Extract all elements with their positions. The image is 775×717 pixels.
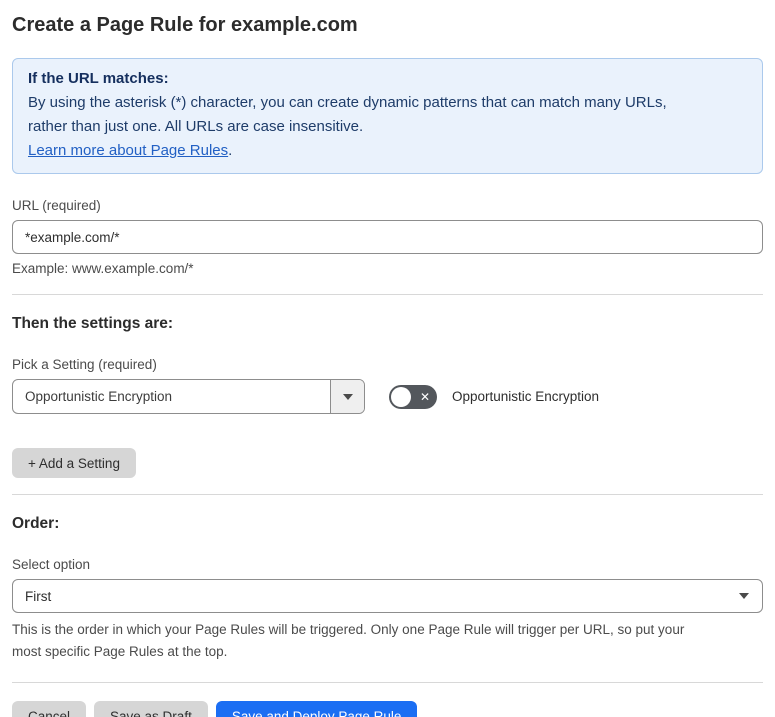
order-select-value: First [25,588,52,604]
order-heading: Order: [12,515,60,532]
footer-divider [12,682,763,683]
order-helper-line: This is the order in which your Page Rul… [12,622,685,637]
learn-more-link[interactable]: Learn more about Page Rules [28,142,228,159]
url-label: URL (required) [12,198,101,213]
footer-actions: Cancel Save as Draft Save and Deploy Pag… [12,701,763,717]
add-setting-button[interactable]: + Add a Setting [12,448,136,478]
url-input[interactable] [12,220,763,254]
order-helper-line: most specific Page Rules at the top. [12,644,228,659]
order-select[interactable]: First [12,579,763,613]
setting-select-value: Opportunistic Encryption [25,389,173,404]
setting-row: Opportunistic Encryption ✕ Opportunistic… [12,379,763,414]
save-draft-button[interactable]: Save as Draft [94,701,208,717]
toggle-knob [391,386,411,407]
opportunistic-encryption-toggle[interactable]: ✕ [389,384,437,409]
info-box-line: rather than just one. All URLs are case … [28,118,364,135]
link-suffix: . [228,142,233,159]
cancel-button[interactable]: Cancel [12,701,87,717]
caret-down-icon [739,593,749,599]
section-divider [12,494,763,495]
setting-select-arrow-button[interactable] [330,380,364,413]
select-option-label: Select option [12,557,91,572]
url-example-helper: Example: www.example.com/* [12,261,194,276]
pick-setting-label: Pick a Setting (required) [12,357,157,372]
section-divider [12,294,763,295]
page-rule-form: Create a Page Rule for example.com If th… [0,12,775,717]
info-box-link-line: Learn more about Page Rules. [28,139,747,163]
info-box-line: By using the asterisk (*) character, you… [28,94,667,111]
toggle-x-icon: ✕ [419,389,430,404]
setting-select[interactable]: Opportunistic Encryption [12,379,365,414]
save-deploy-button[interactable]: Save and Deploy Page Rule [215,701,418,717]
caret-down-icon [342,393,353,400]
settings-heading: Then the settings are: [12,315,174,332]
order-helper: This is the order in which your Page Rul… [12,619,763,663]
url-match-info-box: If the URL matches: By using the asteris… [12,58,763,174]
info-box-heading: If the URL matches: [28,70,169,87]
page-title: Create a Page Rule for example.com [12,14,358,36]
toggle-label: Opportunistic Encryption [452,389,600,404]
